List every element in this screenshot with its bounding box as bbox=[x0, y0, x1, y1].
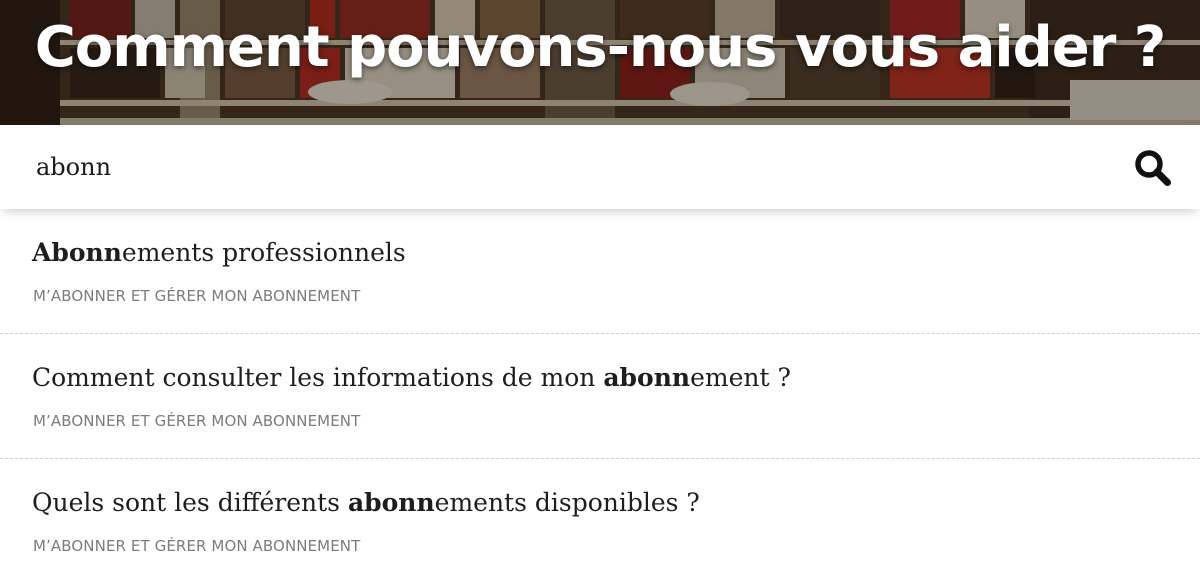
result-item[interactable]: Abonnements professionnels M’ABONNER ET … bbox=[0, 209, 1200, 334]
page-title: Comment pouvons-nous vous aider ? bbox=[34, 15, 1167, 80]
result-title[interactable]: Abonnements professionnels bbox=[32, 233, 406, 273]
hero-banner: Comment pouvons-nous vous aider ? bbox=[0, 0, 1200, 125]
search-button[interactable] bbox=[1130, 147, 1176, 189]
result-item[interactable]: Quels sont les différents abonnements di… bbox=[0, 459, 1200, 583]
match-highlight: abonn bbox=[347, 488, 435, 517]
search-results: Abonnements professionnels M’ABONNER ET … bbox=[0, 209, 1200, 583]
result-item[interactable]: Comment consulter les informations de mo… bbox=[0, 334, 1200, 459]
result-title[interactable]: Comment consulter les informations de mo… bbox=[32, 358, 791, 398]
result-category: M’ABONNER ET GÉRER MON ABONNEMENT bbox=[33, 537, 361, 555]
search-input[interactable] bbox=[36, 141, 1096, 193]
search-icon bbox=[1135, 150, 1171, 186]
match-highlight: Abonn bbox=[32, 238, 122, 267]
result-category: M’ABONNER ET GÉRER MON ABONNEMENT bbox=[33, 412, 361, 430]
result-title[interactable]: Quels sont les différents abonnements di… bbox=[32, 483, 700, 523]
result-category: M’ABONNER ET GÉRER MON ABONNEMENT bbox=[33, 287, 361, 305]
search-bar bbox=[0, 125, 1200, 209]
match-highlight: abonn bbox=[603, 363, 691, 392]
